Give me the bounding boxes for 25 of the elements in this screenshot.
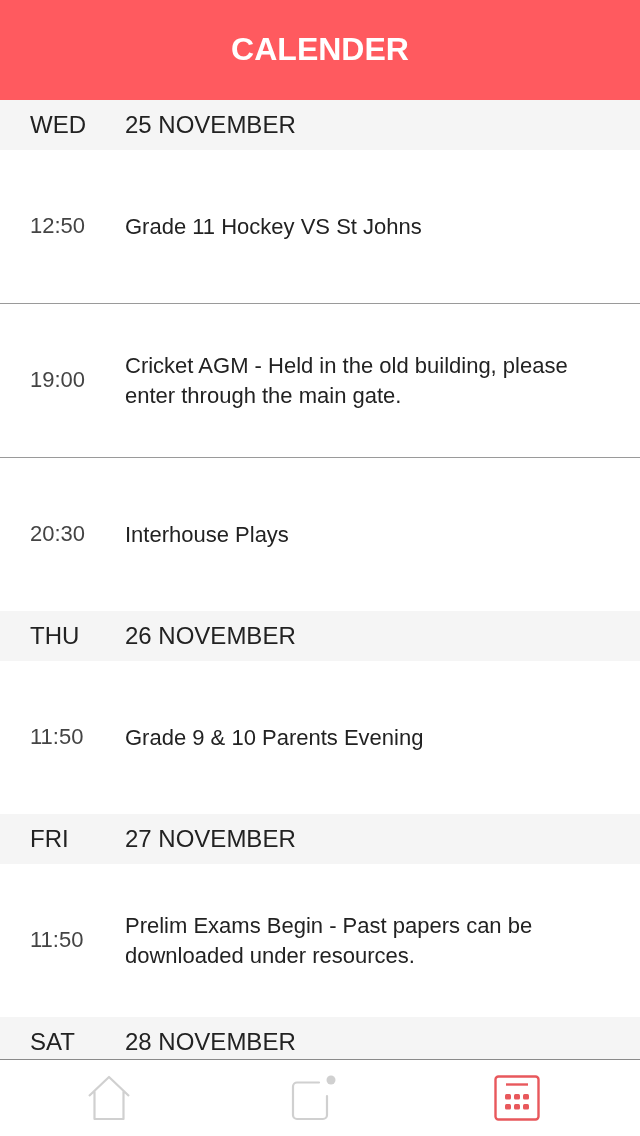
weekday-label: WED: [29, 113, 87, 137]
event-time: 11:50: [29, 724, 85, 751]
weekday-label: FRI: [29, 827, 70, 851]
event-time: 19:00: [29, 367, 87, 394]
home-tab[interactable]: [86, 1075, 132, 1121]
event-title: Prelim Exams Begin - Past papers can be downloaded under resources.: [125, 911, 534, 970]
event-time: 11:50: [29, 927, 85, 954]
date-label: 26 NOVEMBER: [125, 624, 296, 648]
date-label: 25 NOVEMBER: [125, 113, 296, 137]
calendar-icon: [494, 1075, 540, 1121]
calendar-tab[interactable]: [494, 1075, 540, 1121]
event-title: Interhouse Plays: [125, 520, 290, 549]
weekday-label: THU: [29, 624, 81, 648]
screen-title: CALENDER: [231, 32, 409, 68]
weekday-label: SAT: [29, 1030, 76, 1054]
home-icon: [86, 1075, 132, 1121]
notes-tab[interactable]: [290, 1075, 336, 1121]
event-time: 20:30: [29, 521, 87, 548]
date-label: 27 NOVEMBER: [125, 827, 296, 851]
event-title: Grade 11 Hockey VS St Johns: [125, 212, 423, 241]
date-label: 28 NOVEMBER: [125, 1030, 296, 1054]
event-title: Cricket AGM - Held in the old building, please enter through the main gate.: [125, 351, 569, 410]
event-time: 12:50: [29, 213, 87, 240]
square-with-dot-icon: [290, 1075, 336, 1121]
event-title: Grade 9 & 10 Parents Evening: [125, 723, 425, 752]
